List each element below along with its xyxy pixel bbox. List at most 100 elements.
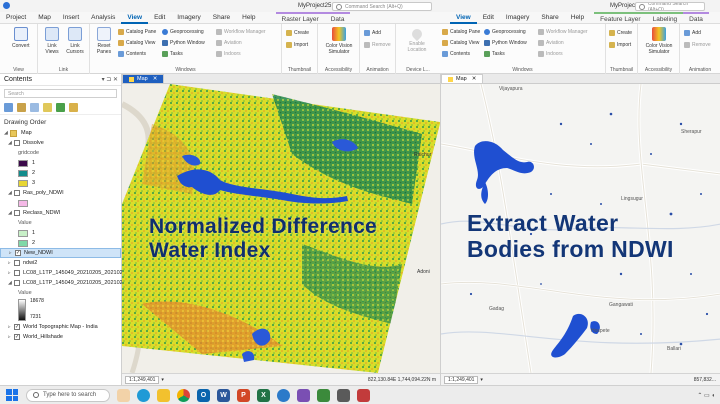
outlook-icon[interactable]: O [197,388,210,402]
visibility-checkbox[interactable] [14,270,20,276]
system-tray[interactable]: ⌃ ▭ ◖ [697,392,715,399]
selection-icon[interactable] [30,103,39,112]
tab-view[interactable]: View [121,12,149,24]
tasks-button[interactable]: Tasks [162,51,183,57]
color-vision-button[interactable]: Color Vision Simulator [641,27,677,55]
layer-dissolve[interactable]: ◢ Dissolve [0,138,121,148]
tab-data[interactable]: Data [324,11,351,24]
labeling-icon[interactable] [69,103,78,112]
close-icon[interactable]: ✕ [472,76,477,82]
tab-edit[interactable]: Edit [148,12,171,24]
layer-ras-poly-ndwi[interactable]: ◢ Ras_poly_NDWI [0,188,121,198]
enable-location-button[interactable]: Enable Location [402,26,432,53]
create-thumbnail-button[interactable]: Create [286,30,309,36]
add-animation-button[interactable]: Add [364,30,381,36]
right-command-search[interactable]: Command Search (Alt+Q) [635,2,705,11]
geoprocessing-button[interactable]: Geoprocessing [484,29,526,35]
scale-dropdown-icon[interactable]: ▾ [480,377,483,383]
aviation-button[interactable]: Aviation [216,40,242,46]
python-window-button[interactable]: Python Window [162,40,205,46]
tab-data[interactable]: Data [683,11,709,24]
link-cursors-button[interactable]: Link Cursors [64,27,86,55]
catalog-view-button[interactable]: Catalog View [442,40,479,46]
layer-world-hillshade[interactable]: ▹World_Hillshade [0,332,121,342]
tab-edit[interactable]: Edit [477,12,500,24]
catalog-view-button[interactable]: Catalog View [118,40,155,46]
indoors-button[interactable]: Indoors [538,51,563,57]
scale-dropdown-icon[interactable]: ▾ [161,377,164,383]
catalog-pane-button[interactable]: Catalog Pane [118,29,156,35]
excel-icon[interactable]: X [257,388,270,402]
remove-animation-button[interactable]: Remove [684,42,711,48]
tab-help[interactable]: Help [565,12,590,24]
app-icon[interactable] [337,388,350,402]
arcgis-pro-icon[interactable] [277,388,290,402]
drawing-order-icon[interactable] [4,103,13,112]
contents-button[interactable]: Contents [118,51,146,57]
layer-world-topographic[interactable]: ▹World Topographic Map - India [0,322,121,332]
convert-button[interactable]: Convert [12,27,30,49]
app-icon[interactable] [297,388,310,402]
import-thumbnail-button[interactable]: Import [286,42,308,48]
visibility-checkbox[interactable] [14,280,20,286]
python-window-button[interactable]: Python Window [484,40,527,46]
app-icon[interactable] [317,388,330,402]
scale-selector[interactable]: 1:1,249,401 [444,375,479,384]
contents-search-input[interactable]: Search [4,89,117,98]
layer-new-ndwi[interactable]: ▹New_NDWI [0,248,121,258]
tab-insert[interactable]: Insert [57,12,85,24]
app-icon[interactable] [357,388,370,402]
powerpoint-icon[interactable]: P [237,388,250,402]
chrome-icon[interactable] [177,388,190,402]
color-vision-button[interactable]: Color Vision Simulator [321,27,357,55]
task-view-icon[interactable] [117,388,130,402]
tab-map[interactable]: Map [32,12,57,24]
tab-imagery[interactable]: Imagery [500,12,535,24]
tab-feature-layer[interactable]: Feature Layer [594,11,647,24]
tab-analysis[interactable]: Analysis [85,12,121,24]
geoprocessing-button[interactable]: Geoprocessing [162,29,204,35]
visibility-checkbox[interactable] [14,260,20,266]
taskbar-search[interactable]: Type here to search [26,388,110,402]
layer-ndwi2[interactable]: ▹ ndwi2 [0,258,121,268]
edge-browser-icon[interactable] [137,388,150,402]
layer-lc08-a[interactable]: ▹ LC08_L1TP_145049_20210205_2021020... [0,268,130,278]
reset-panes-button[interactable]: Reset Panes [93,27,115,55]
snapping-icon[interactable] [56,103,65,112]
tab-view[interactable]: View [450,12,477,24]
visibility-checkbox[interactable] [14,324,20,330]
left-command-search[interactable]: Command Search (Alt+Q) [332,2,432,11]
visibility-checkbox[interactable] [14,210,20,216]
tab-share[interactable]: Share [207,12,236,24]
link-views-button[interactable]: Link Views [42,27,62,55]
create-thumbnail-button[interactable]: Create [609,30,632,36]
tasks-button[interactable]: Tasks [484,51,505,57]
start-button[interactable] [6,389,18,401]
indoors-button[interactable]: Indoors [216,51,241,57]
scale-selector[interactable]: 1:1,249,401 [125,375,160,384]
visibility-checkbox[interactable] [14,190,20,196]
workflow-manager-button[interactable]: Workflow Manager [216,29,266,35]
visibility-checkbox[interactable] [14,140,20,146]
aviation-button[interactable]: Aviation [538,40,564,46]
add-animation-button[interactable]: Add [684,30,701,36]
tab-share[interactable]: Share [535,12,564,24]
contents-button[interactable]: Contents [442,51,470,57]
tab-project[interactable]: Project [0,12,32,24]
tab-raster-layer[interactable]: Raster Layer [275,11,325,24]
remove-animation-button[interactable]: Remove [364,42,391,48]
layer-map[interactable]: ◢ Map [0,128,121,138]
workflow-manager-button[interactable]: Workflow Manager [538,29,588,35]
import-thumbnail-button[interactable]: Import [609,42,631,48]
file-explorer-icon[interactable] [157,388,170,402]
pane-controls[interactable]: ▾ ⊐ ✕ [102,76,118,83]
layer-reclass-ndwi[interactable]: ◢ Reclass_NDWI [0,208,121,218]
catalog-pane-button[interactable]: Catalog Pane [442,29,480,35]
layer-lc08-b[interactable]: ◢ LC08_L1TP_145049_20210205_2021020... [0,278,130,288]
word-icon[interactable]: W [217,388,230,402]
tab-labeling[interactable]: Labeling [646,11,684,24]
close-icon[interactable]: ✕ [153,76,158,82]
tab-help[interactable]: Help [236,12,261,24]
map-tab[interactable]: Map ✕ [441,74,484,83]
data-source-icon[interactable] [17,103,26,112]
